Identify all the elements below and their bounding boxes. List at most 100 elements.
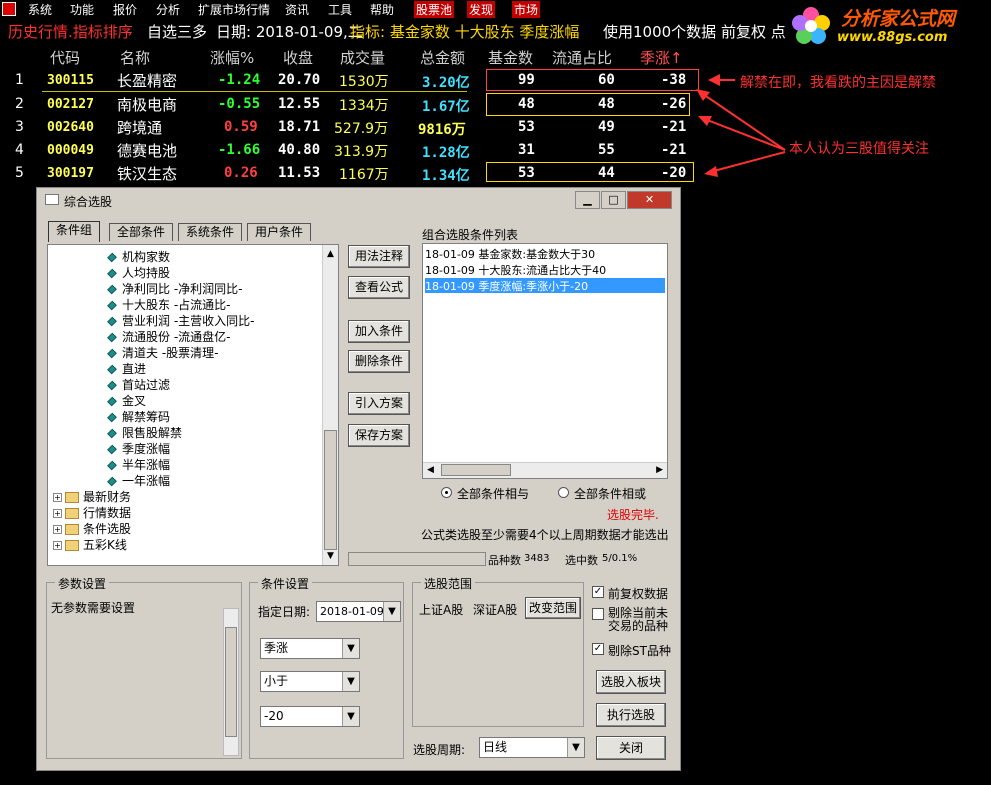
period-label: 选股周期: [413,743,466,757]
save-plan-button[interactable]: 保存方案 [348,424,410,447]
dialog-title-bar[interactable]: 综合选股 ▁ □ ✕ [37,188,680,212]
adj-checkbox[interactable]: ✓ [592,586,604,598]
tree-leaf[interactable]: 季度涨幅 [107,440,170,457]
params-scroll-thumb[interactable] [225,627,237,737]
formula-icon [107,428,117,439]
formula-icon [107,396,117,407]
threshold-select[interactable]: -20 ▼ [260,706,360,727]
list-scroll-thumb[interactable] [441,464,511,476]
tree-leaf-label: 营业利润 -主营收入同比- [122,314,255,328]
radio-or[interactable] [558,487,569,498]
exclude-untraded-label[interactable]: 剔除当前未交易的品种 [608,607,672,633]
condition-tree[interactable]: 机构家数 人均持股 净利同比 -净利润同比- 十大股东 -占流通比- 营业利润 … [47,244,339,566]
list-item[interactable]: 18-01-09 基金家数:基金数大于30 [425,246,665,262]
period-value: 日线 [483,740,508,754]
run-screen-button[interactable]: 执行选股 [596,703,666,727]
params-scrollbar[interactable] [223,608,239,756]
chevron-down-icon[interactable]: ▼ [342,639,359,658]
range-sz: 深证A股 [473,603,518,617]
status-done: 选股完毕. [607,508,659,522]
folder-icon [65,508,79,519]
list-hscrollbar[interactable]: ◀ ▶ [423,462,667,478]
stock-screen-dialog: 综合选股 ▁ □ ✕ 条件组 全部条件 系统条件 用户条件 机构家数 人均持股 … [36,187,681,771]
formula-icon [107,332,117,343]
tree-leaf[interactable]: 十大股东 -占流通比- [107,296,230,313]
tree-leaf[interactable]: 一年涨幅 [107,472,170,489]
tree-leaf[interactable]: 直进 [107,360,146,377]
tree-leaf-label: 流通股份 -流通盘亿- [122,330,231,344]
annotation-note-unlock: 解禁在即，我看跌的主因是解禁 [740,75,936,91]
formula-icon [107,300,117,311]
tree-leaf-label: 首站过滤 [122,378,171,392]
operator-select[interactable]: 小于 ▼ [260,671,360,692]
field-select[interactable]: 季涨 ▼ [260,638,360,659]
tab-user-conditions[interactable]: 用户条件 [247,223,312,241]
tree-leaf[interactable]: 限售股解禁 [107,424,183,441]
close-icon[interactable]: ✕ [627,191,672,209]
tree-leaf[interactable]: 首站过滤 [107,376,171,393]
tree-folder[interactable]: + 条件选股 [53,520,131,537]
tab-condition-group[interactable]: 条件组 [48,221,101,242]
adj-label[interactable]: 前复权数据 [608,585,668,602]
change-range-button[interactable]: 改变范围 [525,597,581,619]
import-plan-button[interactable]: 引入方案 [348,392,410,415]
tree-scroll-thumb[interactable] [324,430,337,550]
tab-all-conditions[interactable]: 全部条件 [109,223,174,241]
annotation-note-watch: 本人认为三股值得关注 [789,141,929,157]
tree-scrollbar[interactable]: ▲ ▼ [322,245,338,565]
tree-leaf[interactable]: 机构家数 [107,248,170,265]
radio-or-label[interactable]: 全部条件相或 [574,485,646,502]
maximize-icon[interactable]: □ [601,191,626,209]
tree-folder-label: 五彩K线 [83,538,127,552]
minimize-icon[interactable]: ▁ [575,191,600,209]
tree-leaf[interactable]: 清道夫 -股票清理- [107,344,218,361]
add-condition-button[interactable]: 加入条件 [348,320,410,343]
chevron-down-icon[interactable]: ▼ [383,602,400,621]
chevron-down-icon[interactable]: ▼ [342,707,359,726]
radio-and-label[interactable]: 全部条件相与 [457,485,529,502]
tree-leaf[interactable]: 净利同比 -净利润同比- [107,280,242,297]
tree-folder[interactable]: + 行情数据 [53,504,131,521]
exclude-st-label[interactable]: 剔除ST品种 [608,642,671,659]
chevron-down-icon[interactable]: ▼ [342,672,359,691]
dialog-app-icon [45,194,59,205]
expand-icon[interactable]: + [53,509,62,518]
exclude-untraded-checkbox[interactable] [592,608,604,620]
tree-folder[interactable]: + 最新财务 [53,488,131,505]
tree-leaf[interactable]: 流通股份 -流通盘亿- [107,328,231,345]
list-item-selected[interactable]: 18-01-09 季度涨幅:季涨小于-20 [425,278,665,293]
date-picker[interactable]: 2018-01-09 ▼ [316,601,401,622]
close-dialog-button[interactable]: 关闭 [596,736,666,760]
tree-leaf[interactable]: 解禁筹码 [107,408,170,425]
add-to-block-button[interactable]: 选股入板块 [596,670,666,694]
usage-notes-button[interactable]: 用法注释 [348,245,410,268]
period-select[interactable]: 日线 ▼ [479,737,585,758]
tree-leaf-label: 限售股解禁 [122,426,183,440]
chevron-down-icon[interactable]: ▼ [567,738,584,757]
list-item[interactable]: 18-01-09 十大股东:流通占比大于40 [425,262,665,278]
selected-value: 5/0.1% [602,553,638,564]
scroll-left-icon[interactable]: ◀ [427,465,434,475]
range-sh: 上证A股 [419,603,464,617]
radio-and[interactable] [441,487,452,498]
scroll-up-icon[interactable]: ▲ [327,249,334,259]
tree-leaf[interactable]: 营业利润 -主营收入同比- [107,312,255,329]
expand-icon[interactable]: + [53,541,62,550]
scroll-right-icon[interactable]: ▶ [656,465,663,475]
scroll-down-icon[interactable]: ▼ [327,551,334,561]
tree-folder[interactable]: + 五彩K线 [53,536,127,553]
tree-leaf[interactable]: 金叉 [107,392,146,409]
exclude-st-checkbox[interactable]: ✓ [592,643,604,655]
folder-icon [65,492,79,503]
expand-icon[interactable]: + [53,493,62,502]
delete-condition-button[interactable]: 删除条件 [348,350,410,373]
tree-leaf[interactable]: 人均持股 [107,264,170,281]
view-formula-button[interactable]: 查看公式 [348,276,410,299]
condition-list[interactable]: 18-01-09 基金家数:基金数大于30 18-01-09 十大股东:流通占比… [422,243,668,479]
expand-icon[interactable]: + [53,525,62,534]
params-title: 参数设置 [55,575,110,592]
tree-folder-label: 条件选股 [83,522,132,536]
tab-system-conditions[interactable]: 系统条件 [178,223,243,241]
range-group: 选股范围 上证A股 深证A股 改变范围 [412,575,584,727]
tree-leaf[interactable]: 半年涨幅 [107,456,170,473]
